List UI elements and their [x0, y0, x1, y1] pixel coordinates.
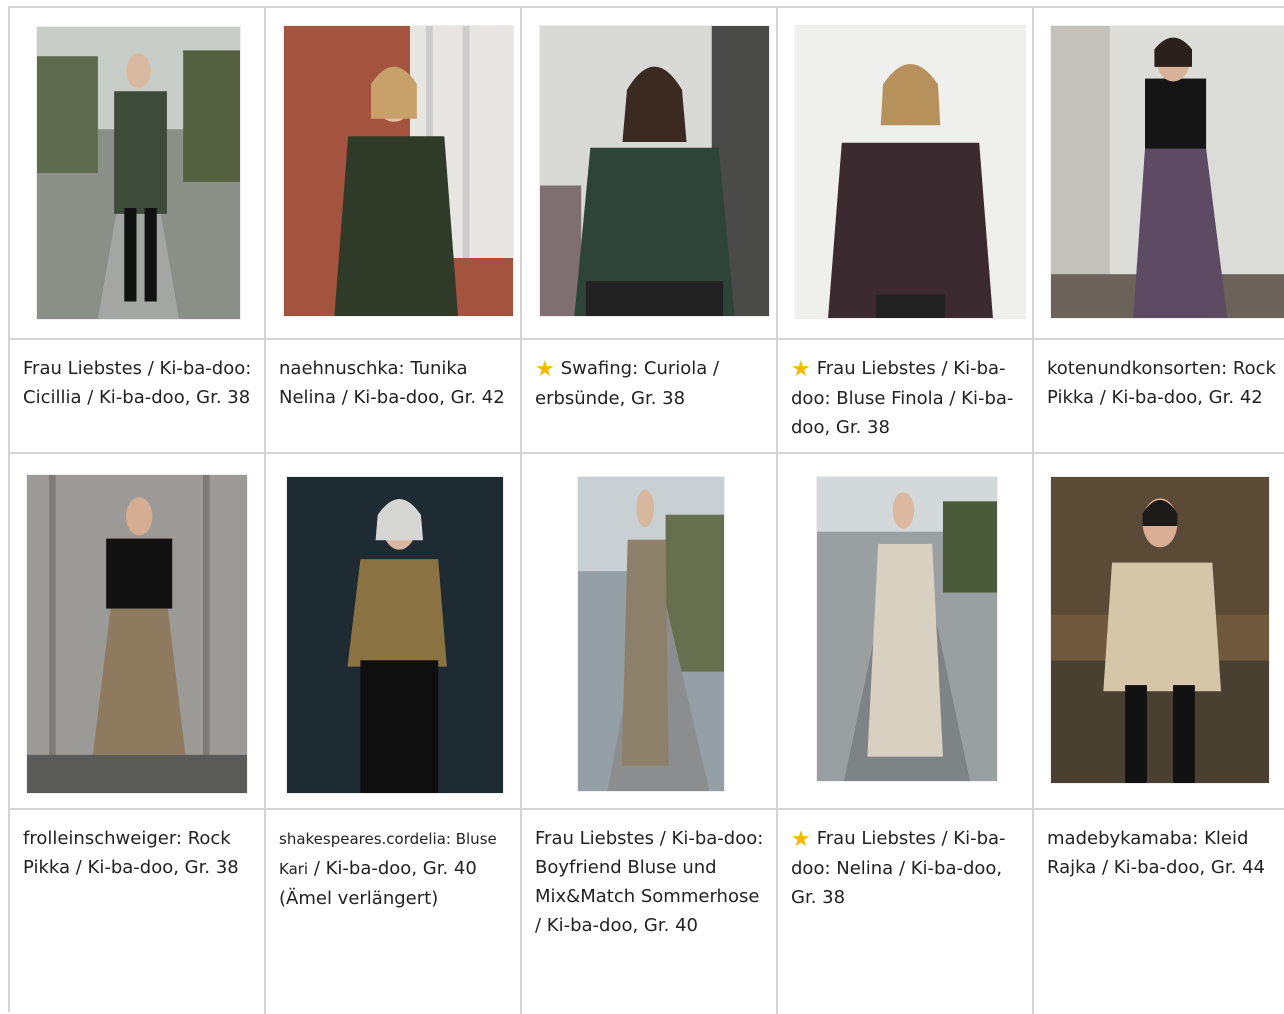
- photo-5[interactable]: [1050, 25, 1284, 319]
- image-cell: [1034, 454, 1284, 810]
- caption-cell: ★ Frau Liebstes / Ki-ba-doo: Nelina / Ki-…: [778, 810, 1034, 1014]
- caption-cell: ★ Frau Liebstes / Ki-ba-doo: Bluse Finola…: [778, 340, 1034, 454]
- image-cell: [266, 454, 522, 810]
- caption-cell: kotenundkonsorten: Rock Pikka / Ki-ba-do…: [1034, 340, 1284, 454]
- photo-8[interactable]: [577, 476, 725, 792]
- caption-text: Frau Liebstes / Ki-ba-doo: Cicillia / Ki…: [23, 358, 252, 408]
- image-cell: [266, 8, 522, 340]
- caption-text: Frau Liebstes / Ki-ba-doo: Bluse Finola …: [791, 358, 1014, 438]
- image-cell: [778, 8, 1034, 340]
- photo-4[interactable]: [795, 25, 1026, 319]
- image-cell: [10, 454, 266, 810]
- caption-text: naehnuschka: Tunika Nelina / Ki-ba-doo, …: [279, 358, 505, 408]
- image-cell: [522, 454, 778, 810]
- photo-2[interactable]: [283, 25, 514, 317]
- photo-7[interactable]: [286, 476, 504, 794]
- star-icon: ★: [791, 827, 811, 852]
- star-icon: ★: [535, 357, 555, 382]
- image-cell: [778, 454, 1034, 810]
- caption-row-2: frolleinschweiger: Rock Pikka / Ki-ba-do…: [10, 810, 1284, 1014]
- caption-row-1: Frau Liebstes / Ki-ba-doo: Cicillia / Ki…: [10, 340, 1284, 454]
- image-row-2: [10, 454, 1284, 810]
- photo-3[interactable]: [539, 25, 770, 317]
- image-row-1: [10, 8, 1284, 340]
- caption-cell: Frau Liebstes / Ki-ba-doo: Boyfriend Blu…: [522, 810, 778, 1014]
- caption-cell: madebykamaba: Kleid Rajka / Ki-ba-doo, G…: [1034, 810, 1284, 1014]
- caption-cell: ★ Swafing: Curiola / erbsünde, Gr. 38: [522, 340, 778, 454]
- caption-cell: shakespeares.cordelia: Bluse Kari / Ki-b…: [266, 810, 522, 1014]
- caption-text: madebykamaba: Kleid Rajka / Ki-ba-doo, G…: [1047, 828, 1265, 878]
- caption-cell: naehnuschka: Tunika Nelina / Ki-ba-doo, …: [266, 340, 522, 454]
- caption-cell: frolleinschweiger: Rock Pikka / Ki-ba-do…: [10, 810, 266, 1014]
- photo-6[interactable]: [26, 474, 248, 794]
- gallery-table: Frau Liebstes / Ki-ba-doo: Cicillia / Ki…: [8, 6, 1284, 1014]
- caption-text: Swafing: Curiola / erbsünde, Gr. 38: [535, 358, 720, 409]
- caption-text: / Ki-ba-doo, Gr. 40 (Ämel verlängert): [279, 858, 477, 909]
- caption-text: Frau Liebstes / Ki-ba-doo: Nelina / Ki-b…: [791, 828, 1006, 908]
- star-icon: ★: [791, 357, 811, 382]
- photo-10[interactable]: [1050, 476, 1270, 784]
- image-cell: [1034, 8, 1284, 340]
- caption-cell: Frau Liebstes / Ki-ba-doo: Cicillia / Ki…: [10, 340, 266, 454]
- photo-9[interactable]: [816, 476, 998, 782]
- caption-text: Frau Liebstes / Ki-ba-doo: Boyfriend Blu…: [535, 828, 764, 936]
- caption-text: frolleinschweiger: Rock Pikka / Ki-ba-do…: [23, 828, 239, 878]
- caption-text: kotenundkonsorten: Rock Pikka / Ki-ba-do…: [1047, 358, 1276, 408]
- image-cell: [522, 8, 778, 340]
- image-cell: [10, 8, 266, 340]
- photo-1[interactable]: [36, 26, 241, 320]
